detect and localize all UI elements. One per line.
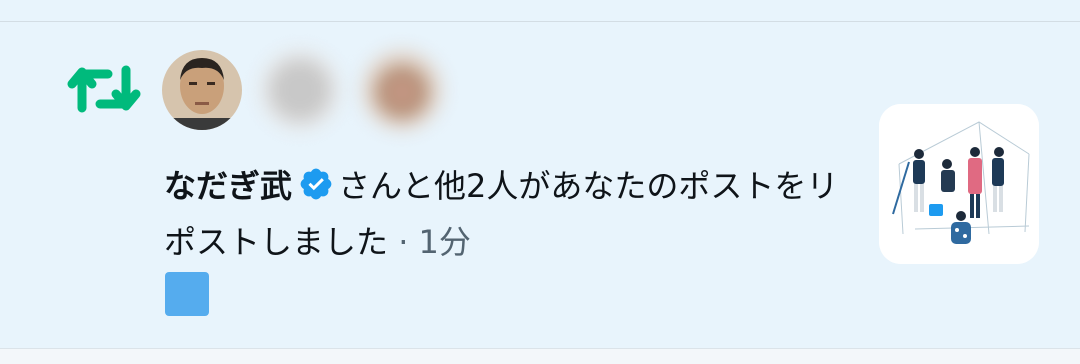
avatar[interactable] <box>260 50 340 130</box>
notification-text: なだぎ武 さんと他2人があなたのポストをリポストしました · 1分 <box>164 158 844 270</box>
bottom-divider <box>0 348 1080 364</box>
top-divider <box>0 21 1080 22</box>
thumbnail-illustration <box>879 104 1039 264</box>
notification-card[interactable]: なだぎ武 さんと他2人があなたのポストをリポストしました · 1分 <box>0 0 1080 364</box>
post-thumbnail[interactable] <box>879 104 1039 264</box>
verified-badge-icon <box>300 168 332 200</box>
actor-name[interactable]: なだぎ武 <box>164 167 292 205</box>
avatar[interactable] <box>162 50 242 130</box>
avatar[interactable] <box>362 50 442 130</box>
media-placeholder <box>165 272 209 316</box>
avatar-photo-2 <box>260 50 340 130</box>
avatar-photo-1 <box>162 50 242 130</box>
avatar-photo-3 <box>362 50 442 130</box>
repost-icon <box>67 65 141 113</box>
timestamp[interactable]: 1分 <box>419 223 471 261</box>
separator: · <box>388 223 419 261</box>
